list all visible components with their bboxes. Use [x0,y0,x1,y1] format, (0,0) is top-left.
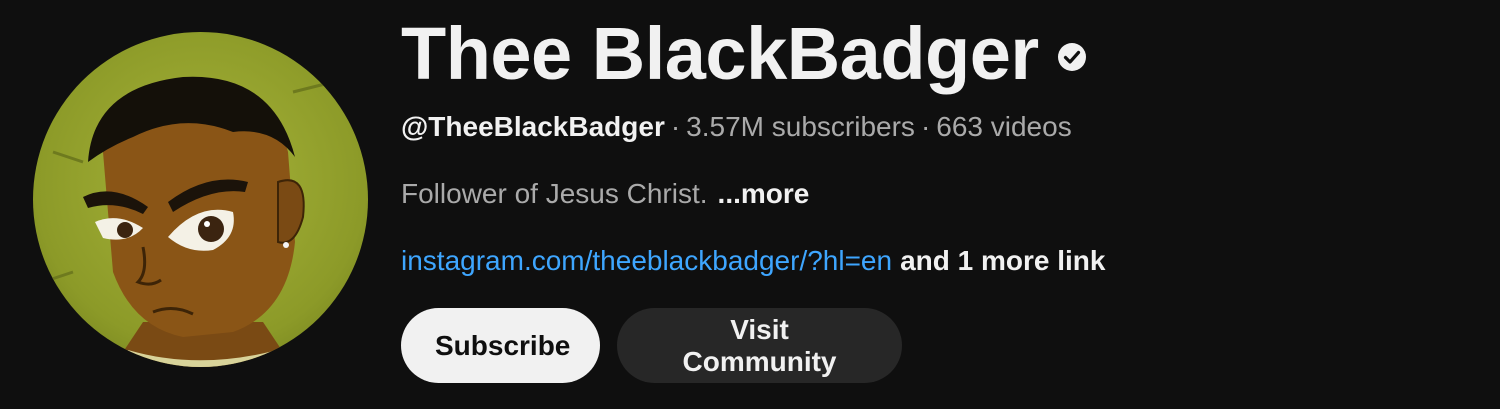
description-text: Follower of Jesus Christ. [401,178,708,209]
video-count: 663 videos [936,111,1072,142]
action-buttons: Subscribe Visit Community [401,308,902,383]
description-more-button[interactable]: ...more [718,178,810,209]
subscriber-count: 3.57M subscribers [686,111,915,142]
channel-links: instagram.com/theeblackbadger/?hl=en and … [401,242,1106,280]
avatar-image [33,32,368,367]
subscribe-button[interactable]: Subscribe [401,308,600,383]
verified-check-icon [1057,43,1086,71]
visit-community-button[interactable]: Visit Community [617,308,902,383]
instagram-link[interactable]: instagram.com/theeblackbadger/?hl=en [401,245,892,276]
channel-description[interactable]: Follower of Jesus Christ. ...more [401,175,809,213]
meta-separator: · [670,111,681,142]
channel-name: Thee BlackBadger [401,12,1039,95]
channel-meta: @TheeBlackBadger · 3.57M subscribers · 663 v… [401,108,1072,146]
meta-separator: · [920,111,931,142]
more-links-button[interactable]: and 1 more link [900,245,1105,276]
channel-handle: @TheeBlackBadger [401,111,665,142]
channel-avatar[interactable] [33,32,368,367]
